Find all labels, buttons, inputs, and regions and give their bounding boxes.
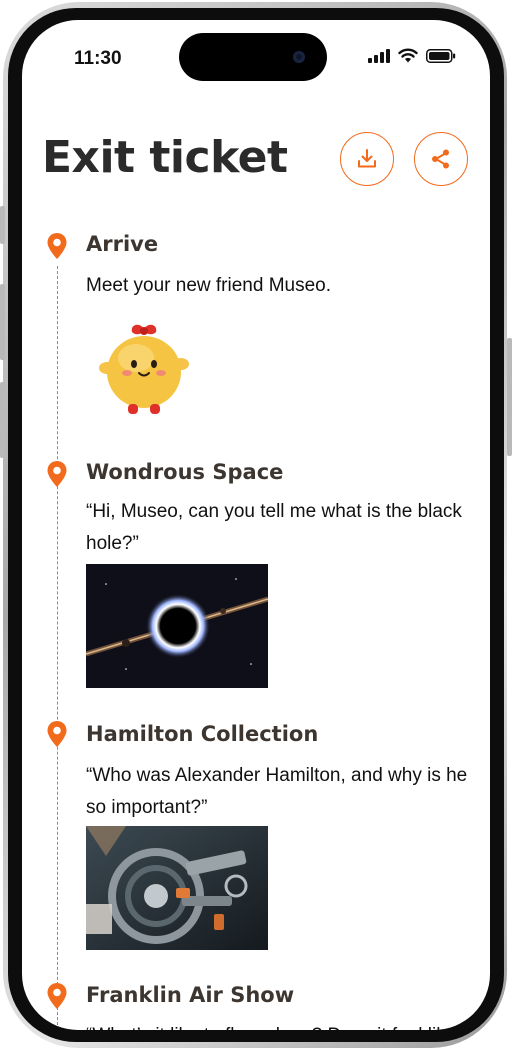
timeline-item-title: Franklin Air Show [86,983,295,1007]
location-pin-icon [47,233,67,259]
phone-screen: 11:30 Exit ticket Arrive Meet your new f… [22,20,490,1030]
battery-icon [426,48,456,63]
wifi-icon [398,48,418,63]
cellular-signal-icon [368,48,390,63]
download-icon [358,149,376,168]
museo-mascot-image [99,324,189,414]
timeline-item-text: “Hi, Museo, can you tell me what is the … [86,501,462,554]
timeline-item-text: “What’s it like to fly a plane? Does it … [86,1020,476,1030]
timeline-item-text: “Who was Alexander Hamilton, and why is … [86,765,468,818]
share-icon [432,149,449,169]
download-button[interactable] [340,132,394,186]
share-button[interactable] [414,132,468,186]
black-hole-image [86,564,268,688]
timeline-line [57,266,58,1030]
front-camera [293,51,305,63]
page-title: Exit ticket [42,132,288,183]
timeline-item-title: Hamilton Collection [86,722,319,746]
volume-down-button [0,382,5,458]
status-icons [368,48,456,63]
hamilton-machine-image [86,826,268,950]
location-pin-icon [47,721,67,747]
timeline-item-title: Arrive [86,232,159,256]
location-pin-icon [47,461,67,487]
phone-bezel: 11:30 Exit ticket Arrive Meet your new f… [8,8,504,1042]
timeline-item-text: Meet your new friend Museo. [86,275,332,296]
volume-up-button [0,284,5,360]
location-pin-icon [47,983,67,1009]
timeline-item-title: Wondrous Space [86,460,284,484]
status-time: 11:30 [74,48,122,69]
power-button [507,338,512,456]
action-button [0,206,5,244]
dynamic-island [179,33,327,81]
